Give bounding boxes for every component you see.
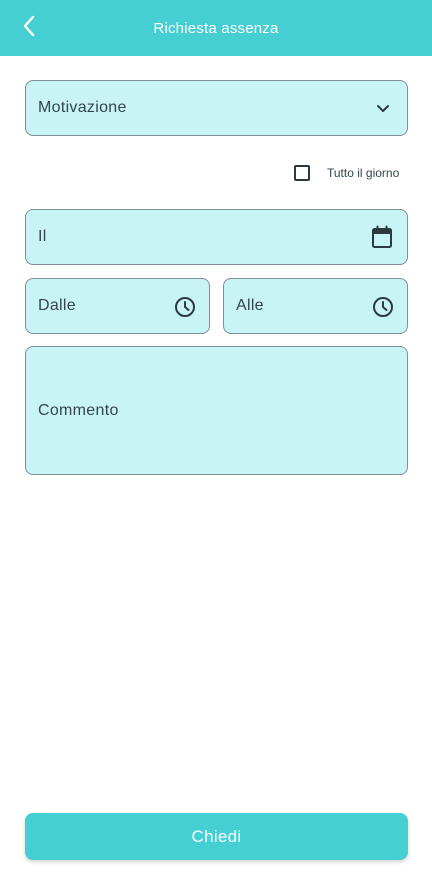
comment-field[interactable]: Commento [25,346,408,475]
clock-icon[interactable] [174,296,196,318]
all-day-checkbox[interactable] [294,165,310,181]
reason-placeholder: Motivazione [38,99,127,116]
to-time-placeholder: Alle [236,297,264,314]
app-header: Richiesta assenza [0,0,432,56]
from-time-field[interactable]: Dalle [25,278,210,334]
chevron-down-icon [375,101,391,117]
page-title: Richiesta assenza [153,19,279,37]
to-time-field[interactable]: Alle [223,278,408,334]
submit-button[interactable]: Chiedi [25,813,408,860]
calendar-icon[interactable] [370,225,394,249]
clock-icon[interactable] [372,296,394,318]
all-day-toggle[interactable]: Tutto il giorno [294,162,399,184]
reason-select[interactable]: Motivazione [25,80,408,136]
from-time-placeholder: Dalle [38,297,76,314]
comment-placeholder: Commento [38,402,119,419]
date-placeholder: Il [38,228,47,245]
date-field[interactable]: Il [25,209,408,265]
all-day-label: Tutto il giorno [327,166,400,180]
